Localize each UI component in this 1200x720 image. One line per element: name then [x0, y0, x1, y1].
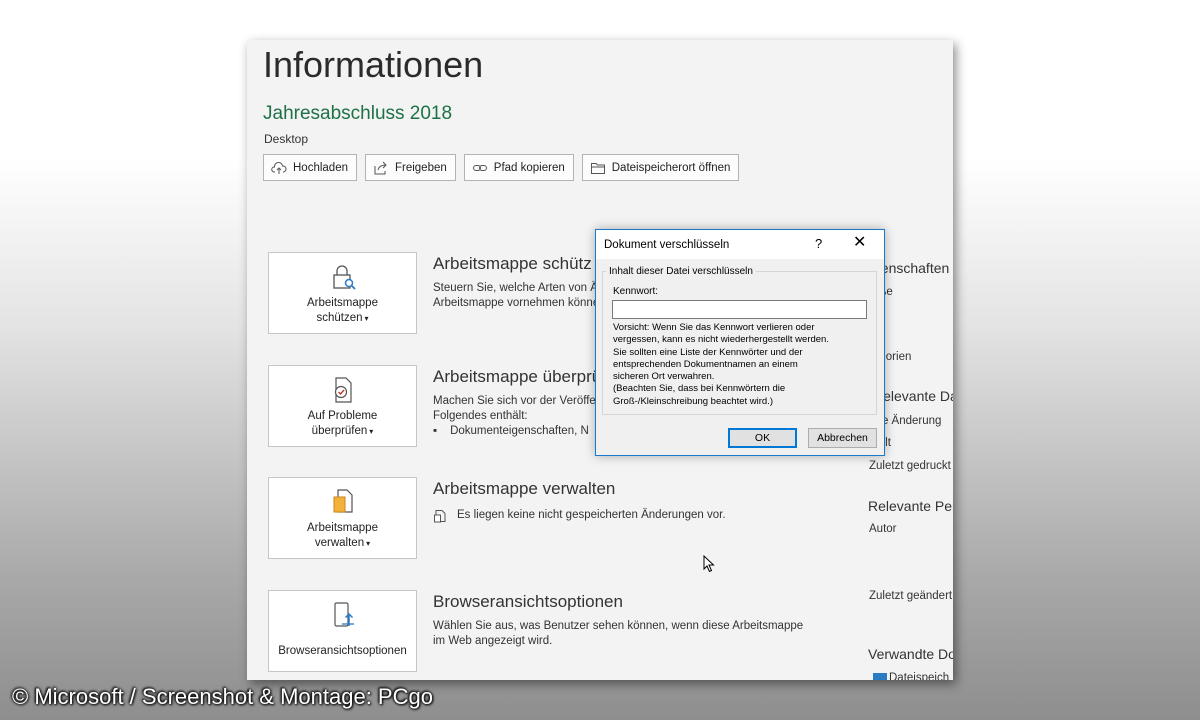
manage-tile-label: Arbeitsmappe verwalten ▾: [307, 522, 378, 549]
related-docs-heading: Verwandte Do: [868, 646, 953, 662]
open-location-label: Dateispeicherort öffnen: [611, 161, 731, 174]
inspect-workbook-button[interactable]: Auf Probleme überprüfen ▾: [268, 365, 417, 447]
chevron-down-icon: ▾: [366, 539, 371, 548]
related-open-location-link[interactable]: Dateispeich: [889, 672, 949, 680]
manage-workbook-button[interactable]: Arbeitsmappe verwalten ▾: [268, 477, 417, 559]
chevron-down-icon: ▾: [369, 427, 374, 436]
browser-upload-icon: [333, 602, 354, 627]
document-location: Desktop: [264, 132, 309, 146]
password-input[interactable]: [612, 300, 867, 319]
encrypt-document-dialog: Dokument verschlüsseln ? ✕ Inhalt dieser…: [595, 229, 885, 456]
cloud-upload-icon: [271, 161, 287, 174]
share-label: Freigeben: [394, 161, 447, 174]
folder-icon: [590, 162, 605, 174]
people-last-modified-by: Zuletzt geändert: [869, 590, 953, 602]
document-versions-icon: [333, 489, 353, 513]
browser-title: Browseransichtsoptionen: [433, 592, 623, 611]
mouse-cursor-icon: [703, 555, 715, 573]
action-toolbar: Hochladen Freigeben Pfad kopieren Dateis…: [263, 154, 740, 181]
protect-title: Arbeitsmappe schütz: [433, 254, 592, 273]
document-small-icon: [434, 510, 446, 523]
inspect-bullet-item: ▪ Dokumenteigenschaften, N: [433, 425, 589, 437]
help-icon[interactable]: ?: [815, 236, 822, 251]
dates-heading: Relevante Dat: [873, 388, 953, 404]
people-heading: Relevante Per: [868, 498, 953, 514]
chevron-down-icon: ▾: [364, 314, 369, 323]
link-icon: [472, 164, 487, 171]
copy-path-button[interactable]: Pfad kopieren: [463, 154, 574, 181]
page-title: Informationen: [263, 44, 484, 85]
groupbox-legend: Inhalt dieser Datei verschlüsseln: [606, 266, 756, 277]
bullet-icon: ▪: [433, 425, 438, 437]
warning-text: Vorsicht: Wenn Sie das Kennwort verliere…: [613, 322, 829, 407]
share-icon: [374, 161, 387, 174]
browser-view-options-button[interactable]: Browseransichtsoptionen: [268, 590, 417, 672]
browser-description: Wählen Sie aus, was Benutzer sehen könne…: [433, 620, 804, 647]
cancel-button[interactable]: Abbrechen: [808, 428, 877, 448]
manage-title: Arbeitsmappe verwalten: [433, 479, 616, 498]
share-button[interactable]: Freigeben: [364, 154, 456, 181]
inspect-tile-label: Auf Probleme überprüfen ▾: [307, 410, 378, 437]
manage-status: Es liegen keine nicht gespeicherten Ände…: [433, 509, 726, 523]
upload-button[interactable]: Hochladen: [263, 154, 357, 181]
dialog-title: Dokument verschlüsseln: [604, 239, 730, 251]
people-author: Autor: [869, 523, 897, 535]
lock-search-icon: [332, 265, 356, 290]
folder-icon: [873, 673, 887, 680]
copyright-watermark: © Microsoft / Screenshot & Montage: PCgo: [12, 684, 433, 709]
password-label: Kennwort:: [613, 286, 659, 297]
close-icon[interactable]: ✕: [853, 232, 866, 252]
open-location-button[interactable]: Dateispeicherort öffnen: [581, 154, 740, 181]
inspect-description: Machen Sie sich vor der Veröffen Folgend…: [433, 395, 603, 422]
inspect-title: Arbeitsmappe überprü: [433, 367, 602, 386]
copy-path-label: Pfad kopieren: [493, 161, 565, 174]
ok-button[interactable]: OK: [728, 428, 797, 448]
browser-section: Browseransichtsoptionen Browseransichtso…: [268, 590, 953, 672]
browser-tile-label: Browseransichtsoptionen: [278, 645, 407, 657]
manage-section: Arbeitsmappe verwalten ▾ Arbeitsmappe ver…: [268, 477, 953, 559]
protect-tile-label: Arbeitsmappe schützen ▾: [307, 297, 378, 324]
date-last-printed: Zuletzt gedruckt: [869, 460, 951, 472]
upload-label: Hochladen: [293, 161, 348, 174]
protect-workbook-button[interactable]: Arbeitsmappe schützen ▾: [268, 252, 417, 334]
document-check-icon: [334, 377, 352, 403]
document-title: Jahresabschluss 2018: [263, 103, 453, 124]
protect-description: Steuern Sie, welche Arten von Är Arbeits…: [433, 282, 602, 309]
